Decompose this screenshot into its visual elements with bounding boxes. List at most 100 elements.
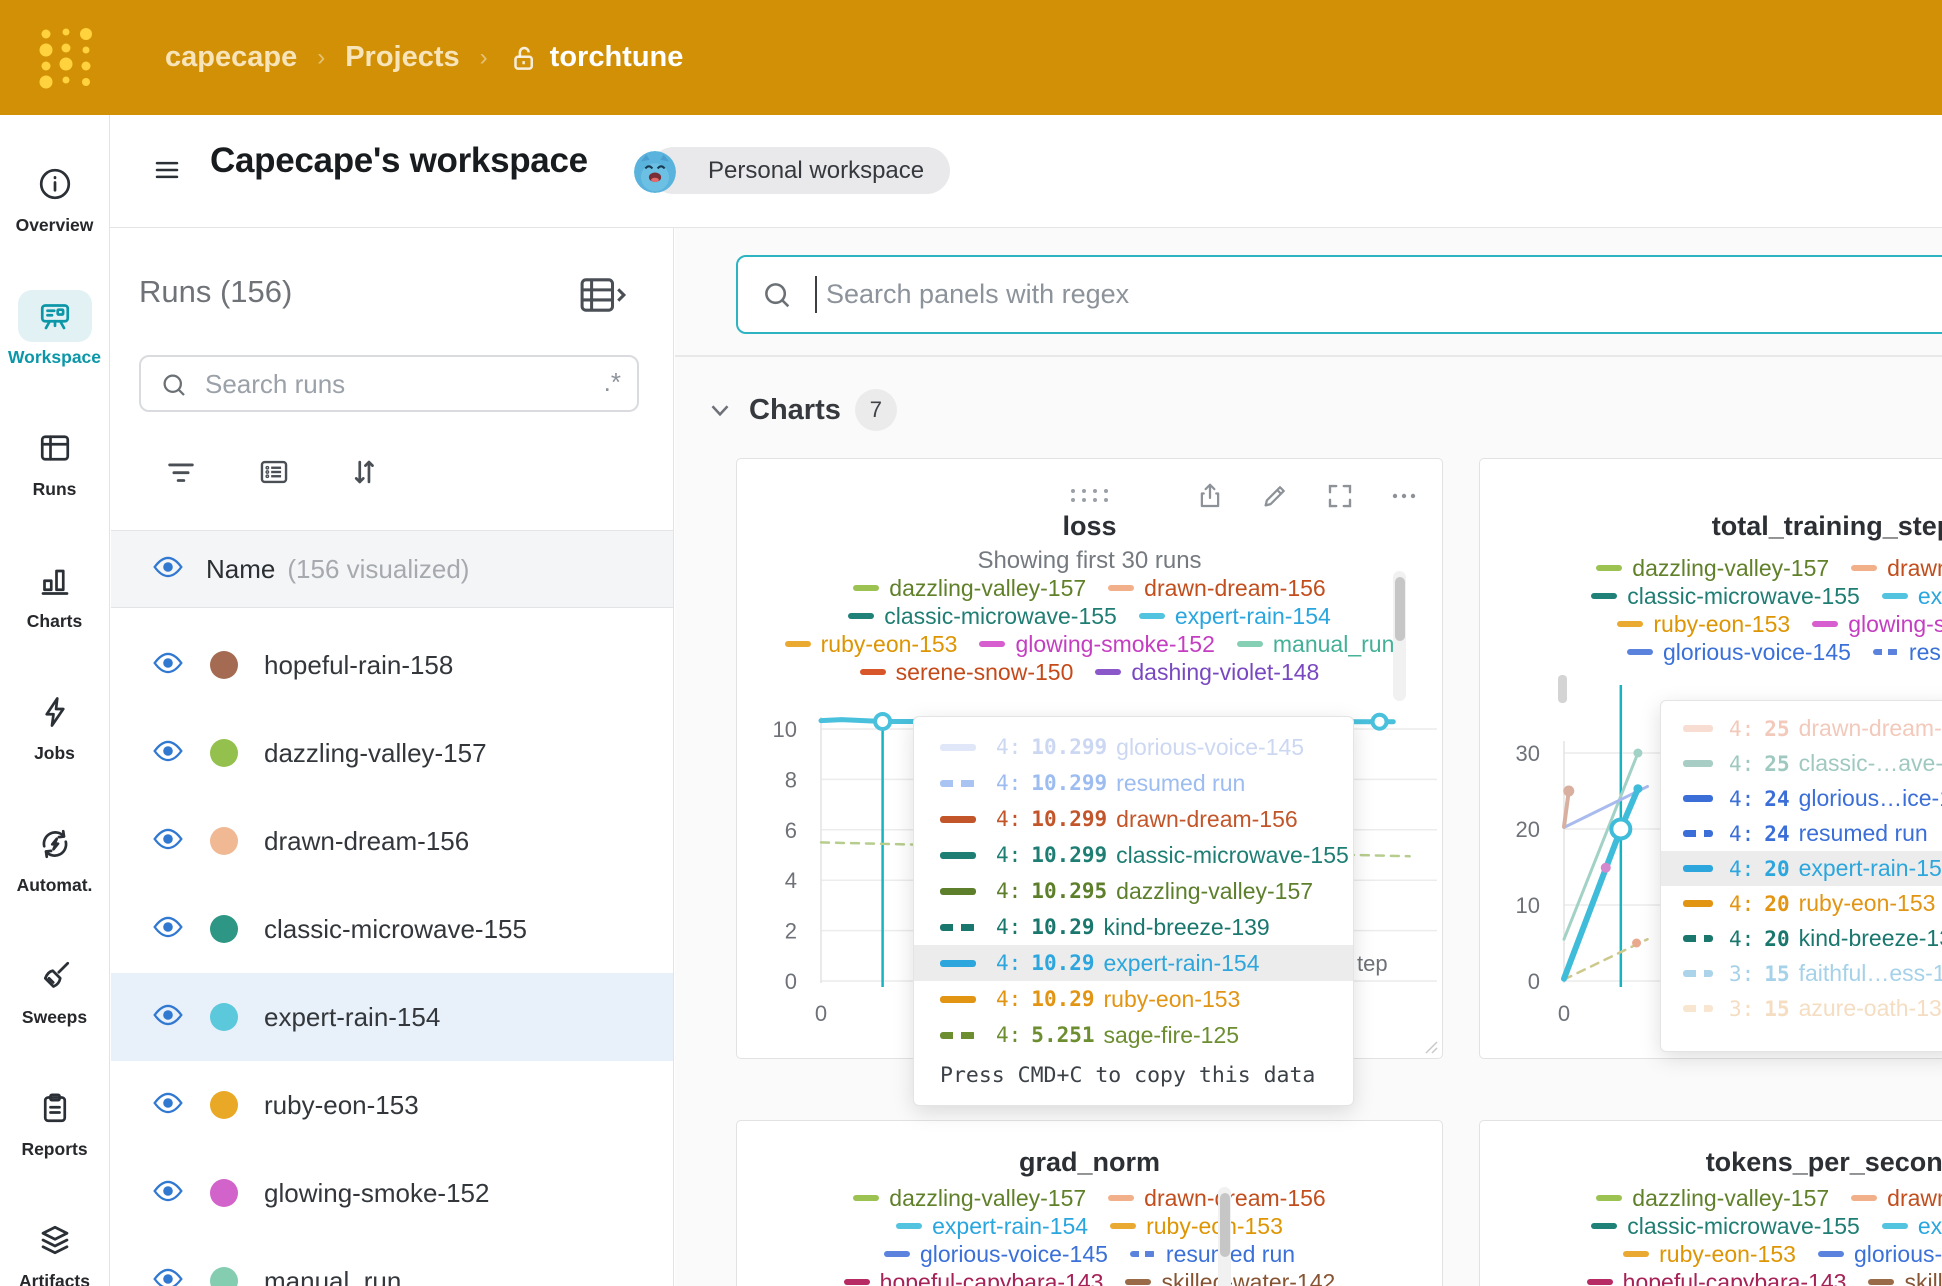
legend-item[interactable]: glowing-smoke-152 [1812, 610, 1942, 638]
eye-icon[interactable] [152, 1087, 184, 1124]
runs-list-header[interactable]: Name (156 visualized) [111, 530, 673, 608]
legend-item[interactable]: skilled-water-142 [1868, 1268, 1942, 1286]
scrollbar-thumb[interactable] [1220, 1193, 1230, 1257]
legend-item[interactable]: ruby-eon-153 [1623, 1240, 1796, 1268]
legend-item[interactable]: resumed run [1873, 638, 1942, 666]
legend-item[interactable]: drawn-dream-156 [1851, 554, 1942, 582]
legend-item[interactable]: expert-rain-154 [1882, 1212, 1942, 1240]
section-label[interactable]: Charts [749, 394, 841, 427]
legend-item[interactable]: expert-rain-154 [896, 1212, 1088, 1240]
sidebar-item-automat[interactable]: Automat. [0, 791, 109, 923]
run-row[interactable]: expert-rain-154 [111, 973, 673, 1061]
legend-item[interactable]: dazzling-valley-157 [1596, 1184, 1829, 1212]
legend-item[interactable]: hopeful-capybara-143 [1587, 1268, 1847, 1286]
legend-item[interactable]: classic-microwave-155 [848, 602, 1117, 630]
avatar[interactable] [634, 151, 676, 193]
legend-item[interactable]: expert-rain-154 [1882, 582, 1942, 610]
legend-item[interactable]: hopeful-capybara-143 [844, 1268, 1104, 1286]
eye-icon[interactable] [152, 823, 184, 860]
chart-panel-tokens-per-second[interactable]: tokens_per_second dazzling-valley-157dra… [1479, 1120, 1942, 1286]
chevron-down-icon[interactable] [705, 395, 735, 425]
legend-item[interactable]: glowing-smoke-152 [979, 630, 1214, 658]
run-row[interactable]: classic-microwave-155 [111, 885, 673, 973]
run-row[interactable]: hopeful-rain-158 [111, 621, 673, 709]
legend-scrollbar[interactable] [1393, 571, 1406, 701]
ellipsis-icon[interactable] [1387, 481, 1421, 511]
list-settings-icon[interactable] [248, 446, 300, 498]
drag-handle-icon[interactable] [1067, 487, 1113, 505]
legend-item[interactable]: dazzling-valley-157 [853, 574, 1086, 602]
legend-item[interactable]: glorious-voice-145 [884, 1240, 1108, 1268]
sidebar-item-jobs[interactable]: Jobs [0, 659, 109, 791]
legend-item[interactable]: glorious-voice-145 [1627, 638, 1851, 666]
run-row[interactable]: glowing-smoke-152 [111, 1149, 673, 1237]
eye-icon[interactable] [152, 735, 184, 772]
breadcrumb-entity[interactable]: capecape [165, 41, 297, 74]
legend-item[interactable]: expert-rain-154 [1139, 602, 1331, 630]
legend-item[interactable]: dashing-violet-148 [1095, 658, 1319, 686]
run-name[interactable]: ruby-eon-153 [264, 1090, 419, 1121]
sidebar-item-runs[interactable]: Runs [0, 395, 109, 527]
breadcrumb-project[interactable]: torchtune [508, 41, 684, 74]
legend-scrollbar[interactable] [1218, 1187, 1231, 1286]
resize-handle-icon[interactable] [1422, 1038, 1438, 1054]
fullscreen-icon[interactable] [1325, 481, 1355, 511]
sidebar-item-artifacts[interactable]: Artifacts [0, 1187, 109, 1286]
legend-item[interactable]: dazzling-valley-157 [1596, 554, 1829, 582]
legend-item[interactable]: serene-snow-150 [860, 658, 1074, 686]
wandb-logo-icon[interactable] [38, 24, 98, 90]
legend-item[interactable]: drawn-dream-156 [1851, 1184, 1942, 1212]
chart-panel-grad-norm[interactable]: grad_norm dazzling-valley-157drawn-dream… [736, 1120, 1443, 1286]
legend-item[interactable]: drawn-dream-156 [1108, 1184, 1326, 1212]
legend-item[interactable]: ruby-eon-153 [1110, 1212, 1283, 1240]
sidebar-item-sweeps[interactable]: Sweeps [0, 923, 109, 1055]
legend-item[interactable]: manual_run [1237, 630, 1394, 658]
panel-search-input[interactable] [824, 263, 1942, 325]
run-row[interactable]: dazzling-valley-157 [111, 709, 673, 797]
legend-item[interactable]: ruby-eon-153 [1617, 610, 1790, 638]
run-row[interactable]: drawn-dream-156 [111, 797, 673, 885]
legend-item[interactable]: glorious-voice-145 [1818, 1240, 1942, 1268]
sort-icon[interactable] [338, 446, 390, 498]
sidebar-item-overview[interactable]: Overview [0, 131, 109, 263]
run-name[interactable]: drawn-dream-156 [264, 826, 469, 857]
tooltip-run-name: azure-oath-137 [1799, 995, 1942, 1022]
sidebar-item-charts[interactable]: Charts [0, 527, 109, 659]
eye-icon[interactable] [152, 647, 184, 684]
eye-icon[interactable] [152, 911, 184, 948]
run-name[interactable]: expert-rain-154 [264, 1002, 440, 1033]
legend-item[interactable]: ruby-eon-153 [785, 630, 958, 658]
legend-item[interactable]: dazzling-valley-157 [853, 1184, 1086, 1212]
breadcrumb-projects[interactable]: Projects [345, 41, 459, 74]
visualized-count: (156 visualized) [287, 554, 469, 585]
runs-toolbar [111, 446, 673, 501]
eye-icon[interactable] [152, 551, 184, 588]
sidebar-item-reports[interactable]: Reports [0, 1055, 109, 1187]
run-name[interactable]: glowing-smoke-152 [264, 1178, 489, 1209]
sidebar-item-workspace[interactable]: Workspace [0, 263, 109, 395]
runs-search-input[interactable] [203, 361, 567, 408]
export-icon[interactable] [1195, 481, 1225, 511]
regex-toggle[interactable]: .* [604, 367, 621, 398]
hamburger-icon[interactable] [152, 155, 182, 185]
legend-item[interactable]: drawn-dream-156 [1108, 574, 1326, 602]
scrollbar-thumb[interactable] [1395, 577, 1405, 641]
run-name[interactable]: hopeful-rain-158 [264, 650, 453, 681]
filter-icon[interactable] [155, 446, 207, 498]
scrollbar-thumb[interactable] [1558, 675, 1567, 703]
run-row[interactable]: ruby-eon-153 [111, 1061, 673, 1149]
legend-item[interactable]: resumed run [1130, 1240, 1295, 1268]
runs-table-expand-icon[interactable] [577, 276, 629, 314]
tooltip-step: 4: [996, 1023, 1021, 1047]
eye-icon[interactable] [152, 999, 184, 1036]
run-name[interactable]: classic-microwave-155 [264, 914, 527, 945]
legend-item[interactable]: classic-microwave-155 [1591, 1212, 1860, 1240]
eye-icon[interactable] [152, 1263, 184, 1286]
edit-pencil-icon[interactable] [1260, 481, 1290, 511]
tooltip-row: 4:10.295dazzling-valley-157 [914, 873, 1353, 909]
run-name[interactable]: dazzling-valley-157 [264, 738, 487, 769]
run-row[interactable]: manual_run [111, 1237, 673, 1286]
eye-icon[interactable] [152, 1175, 184, 1212]
run-name[interactable]: manual_run [264, 1266, 401, 1286]
legend-item[interactable]: classic-microwave-155 [1591, 582, 1860, 610]
